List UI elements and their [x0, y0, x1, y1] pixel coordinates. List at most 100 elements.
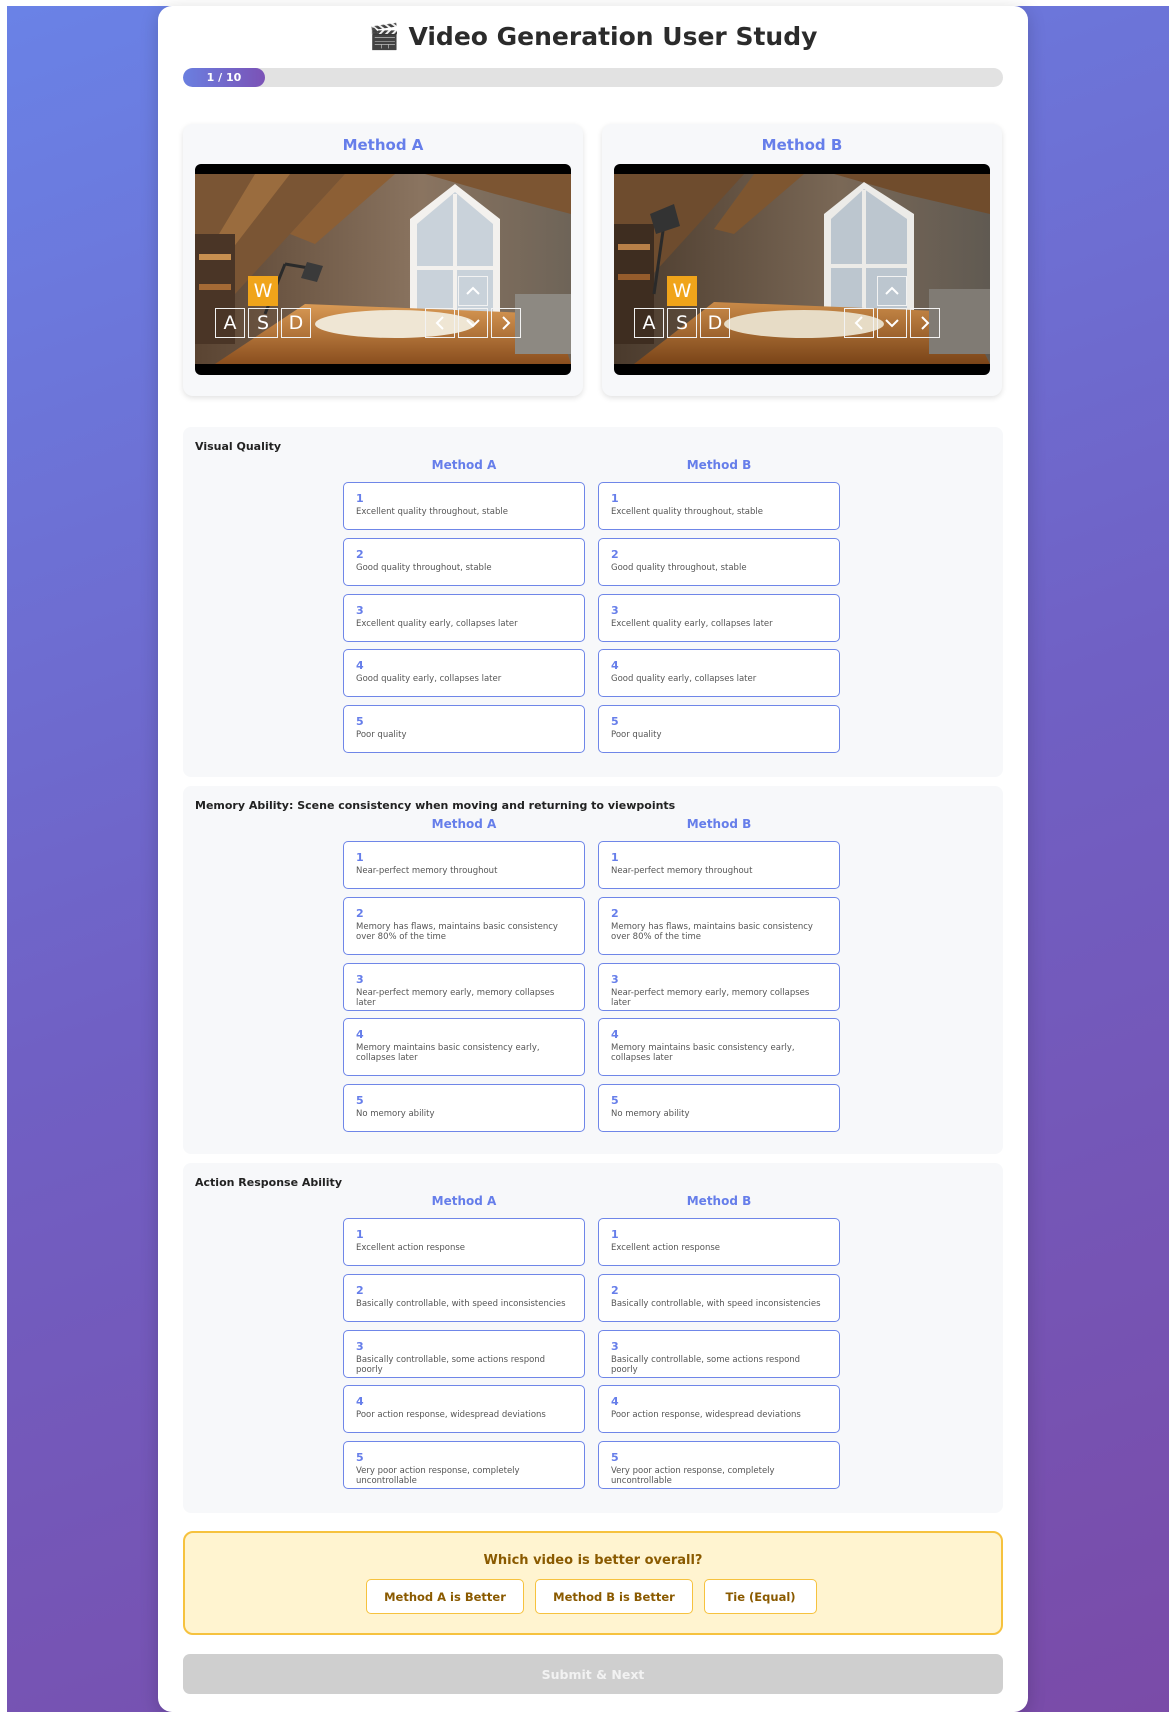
rating-number: 2: [356, 1284, 364, 1297]
key-s[interactable]: S: [667, 308, 697, 338]
rating-option-b-4[interactable]: 4 Memory maintains basic consistency earl…: [598, 1018, 840, 1076]
rating-option-b-1[interactable]: 1 Near-perfect memory throughout: [598, 841, 840, 889]
key-w[interactable]: W: [248, 276, 278, 306]
rating-option-b-2[interactable]: 2 Basically controllable, with speed inco…: [598, 1274, 840, 1322]
section-title: Action Response Ability: [195, 1176, 342, 1189]
rating-description: Very poor action response, completely un…: [611, 1466, 775, 1486]
rating-option-b-1[interactable]: 1 Excellent action response: [598, 1218, 840, 1266]
section-memory-ability: Memory Ability: Scene consistency when m…: [183, 786, 1003, 1154]
rating-description: Memory has flaws, maintains basic consis…: [611, 922, 813, 942]
rating-description: Good quality early, collapses later: [611, 674, 757, 684]
rating-description: Near-perfect memory early, memory collap…: [611, 988, 810, 1008]
rating-option-a-3[interactable]: 3 Basically controllable, some actions re…: [343, 1330, 585, 1378]
arrow-left-icon[interactable]: [425, 308, 455, 338]
key-d[interactable]: D: [700, 308, 730, 338]
rating-option-a-5[interactable]: 5 Poor quality: [343, 705, 585, 753]
rating-description: Basically controllable, with speed incon…: [356, 1299, 566, 1309]
rating-option-b-3[interactable]: 3 Excellent quality early, collapses late…: [598, 594, 840, 642]
rating-option-a-1[interactable]: 1 Excellent action response: [343, 1218, 585, 1266]
rating-option-a-2[interactable]: 2 Good quality throughout, stable: [343, 538, 585, 586]
overall-question: Which video is better overall?: [483, 1553, 703, 1568]
arrow-right-icon[interactable]: [491, 308, 521, 338]
rating-option-a-3[interactable]: 3 Near-perfect memory early, memory colla…: [343, 963, 585, 1011]
rating-number: 4: [356, 1395, 364, 1408]
rating-number: 3: [611, 973, 619, 986]
section-visual-quality: Visual Quality Method A Method B 1 Excell…: [183, 427, 1003, 777]
rating-option-a-4[interactable]: 4 Poor action response, widespread deviat…: [343, 1385, 585, 1433]
rating-option-a-4[interactable]: 4 Good quality early, collapses later: [343, 649, 585, 697]
rating-number: 4: [356, 1028, 364, 1041]
video-player-method-b[interactable]: W A S D: [614, 164, 990, 375]
rating-option-b-2[interactable]: 2 Good quality throughout, stable: [598, 538, 840, 586]
arrow-right-icon[interactable]: [910, 308, 940, 338]
rating-description: Excellent quality throughout, stable: [611, 507, 763, 517]
rating-number: 3: [356, 1340, 364, 1353]
section-action-response: Action Response Ability Method A Method …: [183, 1163, 1003, 1513]
submit-next-button[interactable]: Submit & Next: [183, 1654, 1003, 1694]
arrow-down-icon[interactable]: [458, 308, 488, 338]
rating-option-b-5[interactable]: 5 Very poor action response, completely u…: [598, 1441, 840, 1489]
rating-option-a-2[interactable]: 2 Memory has flaws, maintains basic consi…: [343, 897, 585, 955]
rating-option-a-3[interactable]: 3 Excellent quality early, collapses late…: [343, 594, 585, 642]
rating-number: 1: [356, 492, 364, 505]
rating-option-a-5[interactable]: 5 No memory ability: [343, 1084, 585, 1132]
rating-description: Poor action response, widespread deviati…: [356, 1410, 546, 1420]
rating-description: No memory ability: [356, 1109, 435, 1119]
rating-option-b-4[interactable]: 4 Good quality early, collapses later: [598, 649, 840, 697]
arrow-up-icon[interactable]: [877, 276, 907, 306]
rating-number: 5: [611, 1094, 619, 1107]
column-header-method-a: Method A: [431, 1194, 497, 1208]
rating-description: Near-perfect memory early, memory collap…: [356, 988, 555, 1008]
rating-number: 2: [356, 907, 364, 920]
rating-description: Near-perfect memory throughout: [611, 866, 753, 876]
key-w[interactable]: W: [667, 276, 697, 306]
rating-description: Basically controllable, some actions res…: [356, 1355, 546, 1375]
rating-option-b-4[interactable]: 4 Poor action response, widespread deviat…: [598, 1385, 840, 1433]
rating-number: 1: [611, 1228, 619, 1241]
rating-description: Good quality throughout, stable: [356, 563, 492, 573]
rating-number: 1: [611, 851, 619, 864]
rating-number: 5: [611, 1451, 619, 1464]
video-comparison: Method A W A S D Method B W A S D: [183, 116, 1003, 406]
rating-option-b-2[interactable]: 2 Memory has flaws, maintains basic consi…: [598, 897, 840, 955]
rating-option-a-5[interactable]: 5 Very poor action response, completely u…: [343, 1441, 585, 1489]
key-a[interactable]: A: [634, 308, 664, 338]
video-player-method-a[interactable]: W A S D: [195, 164, 571, 375]
column-header-method-a: Method A: [431, 458, 497, 472]
video-label-method-a: Method A: [342, 136, 424, 154]
rating-description: Basically controllable, with speed incon…: [611, 1299, 821, 1309]
rating-number: 4: [611, 1395, 619, 1408]
arrow-up-icon[interactable]: [458, 276, 488, 306]
page-title: 🎬 Video Generation User Study: [368, 22, 818, 51]
rating-option-b-3[interactable]: 3 Near-perfect memory early, memory colla…: [598, 963, 840, 1011]
rating-number: 1: [356, 1228, 364, 1241]
rating-option-b-5[interactable]: 5 Poor quality: [598, 705, 840, 753]
rating-option-b-3[interactable]: 3 Basically controllable, some actions re…: [598, 1330, 840, 1378]
rating-number: 5: [356, 1094, 364, 1107]
key-s[interactable]: S: [248, 308, 278, 338]
rating-number: 5: [356, 1451, 364, 1464]
rating-option-b-5[interactable]: 5 No memory ability: [598, 1084, 840, 1132]
rating-description: Good quality early, collapses later: [356, 674, 502, 684]
rating-description: Memory maintains basic consistency early…: [611, 1043, 795, 1063]
rating-option-a-1[interactable]: 1 Near-perfect memory throughout: [343, 841, 585, 889]
rating-number: 5: [611, 715, 619, 728]
method-b-better-button[interactable]: Method B is Better: [535, 1579, 693, 1614]
tie-button[interactable]: Tie (Equal): [704, 1579, 817, 1614]
rating-number: 2: [611, 1284, 619, 1297]
rating-option-a-1[interactable]: 1 Excellent quality throughout, stable: [343, 482, 585, 530]
rating-option-b-1[interactable]: 1 Excellent quality throughout, stable: [598, 482, 840, 530]
arrow-down-icon[interactable]: [877, 308, 907, 338]
key-a[interactable]: A: [215, 308, 245, 338]
rating-option-a-4[interactable]: 4 Memory maintains basic consistency earl…: [343, 1018, 585, 1076]
column-header-method-b: Method B: [686, 458, 752, 472]
key-d[interactable]: D: [281, 308, 311, 338]
rating-number: 4: [611, 659, 619, 672]
rating-option-a-2[interactable]: 2 Basically controllable, with speed inco…: [343, 1274, 585, 1322]
column-header-method-b: Method B: [686, 1194, 752, 1208]
study-card: 🎬 Video Generation User Study 1 / 10 Met…: [158, 6, 1028, 1712]
rating-number: 1: [611, 492, 619, 505]
method-a-better-button[interactable]: Method A is Better: [366, 1579, 524, 1614]
arrow-left-icon[interactable]: [844, 308, 874, 338]
overall-comparison-box: Which video is better overall? Method A …: [183, 1531, 1003, 1635]
